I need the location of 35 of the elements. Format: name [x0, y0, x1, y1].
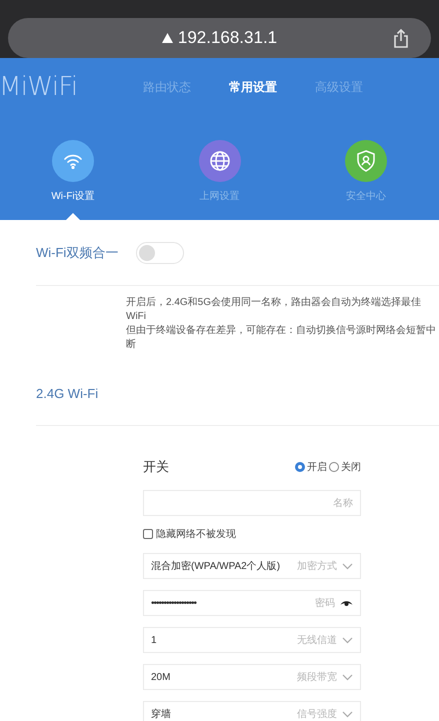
select-field[interactable]: 混合加密(WPA/WPA2个人版) 加密方式	[143, 553, 361, 579]
address-bar[interactable]: 192.168.31.1	[8, 18, 431, 58]
description-text: 开启后，2.4G和5G会使用同一名称，路由器会自动为终端选择最佳WiFi	[126, 296, 422, 324]
tile-button[interactable]	[52, 140, 94, 182]
selection-pointer	[66, 213, 80, 220]
select-field[interactable]: 穿墙 信号强度	[143, 701, 361, 721]
section-title: 2.4G Wi-Fi	[36, 384, 98, 403]
tile-button[interactable]	[345, 140, 387, 182]
switch-label: 开关	[143, 458, 169, 476]
checkbox-option[interactable]: 隐藏网络不被发现	[143, 526, 361, 542]
wifi-icon	[63, 153, 83, 169]
select-field[interactable]: 1 无线信道	[143, 627, 361, 653]
select-field[interactable]: 20M 频段带宽	[143, 664, 361, 690]
toggle-switch[interactable]	[136, 242, 184, 264]
share-icon[interactable]	[393, 28, 409, 48]
tile-label: Wi-Fi设置	[51, 190, 95, 204]
tile-label: 上网设置	[200, 190, 240, 204]
description-text: 但由于终端设备存在差异，可能存在：自动切换信号源时网络会短暂中断	[126, 324, 437, 352]
shield-icon	[356, 150, 376, 172]
eye-icon[interactable]	[340, 599, 353, 607]
tile-label: 安全中心	[346, 190, 386, 204]
warning-icon	[162, 33, 173, 43]
radio-option[interactable]: 开启	[295, 460, 327, 474]
chevron-down-icon	[342, 636, 353, 644]
input-field[interactable]: •••••••••••••••••• 密码	[143, 590, 361, 616]
dual-band-label: Wi-Fi双频合一	[36, 244, 118, 262]
radio-option[interactable]: 关闭	[329, 460, 361, 474]
globe-icon	[208, 150, 230, 172]
tile-button[interactable]	[198, 140, 240, 182]
chevron-down-icon	[342, 562, 353, 570]
logo: MiWiFi	[0, 70, 78, 104]
chevron-down-icon	[342, 674, 353, 680]
nav-tab[interactable]: 常用设置	[210, 78, 296, 96]
chevron-down-icon	[342, 710, 353, 718]
url-text: 192.168.31.1	[162, 25, 278, 51]
